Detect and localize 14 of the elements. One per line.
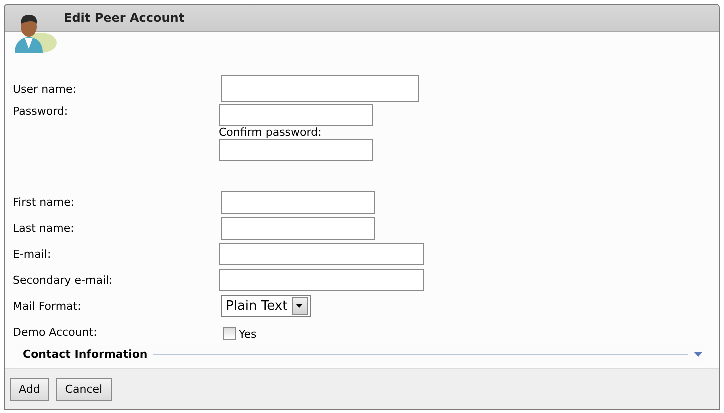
add-button[interactable]: Add [10,378,50,400]
mail-format-dropdown[interactable]: Plain Text [221,295,311,317]
field-label: Demo Account: [13,325,98,339]
field-label: Secondary e-mail: [13,273,114,287]
field-label: Password: [13,104,70,118]
field-label: Last name: [13,221,76,235]
field-label: E-mail: [13,247,52,261]
checkbox-label: Yes [239,327,257,341]
field-label: First name: [13,195,76,209]
field-label: User name: [13,82,78,96]
field-label: Confirm password: [219,127,323,139]
field-label: Mail Format: [13,299,82,313]
window-title: Edit Peer Account [64,11,185,25]
cancel-button[interactable]: Cancel [56,378,112,400]
